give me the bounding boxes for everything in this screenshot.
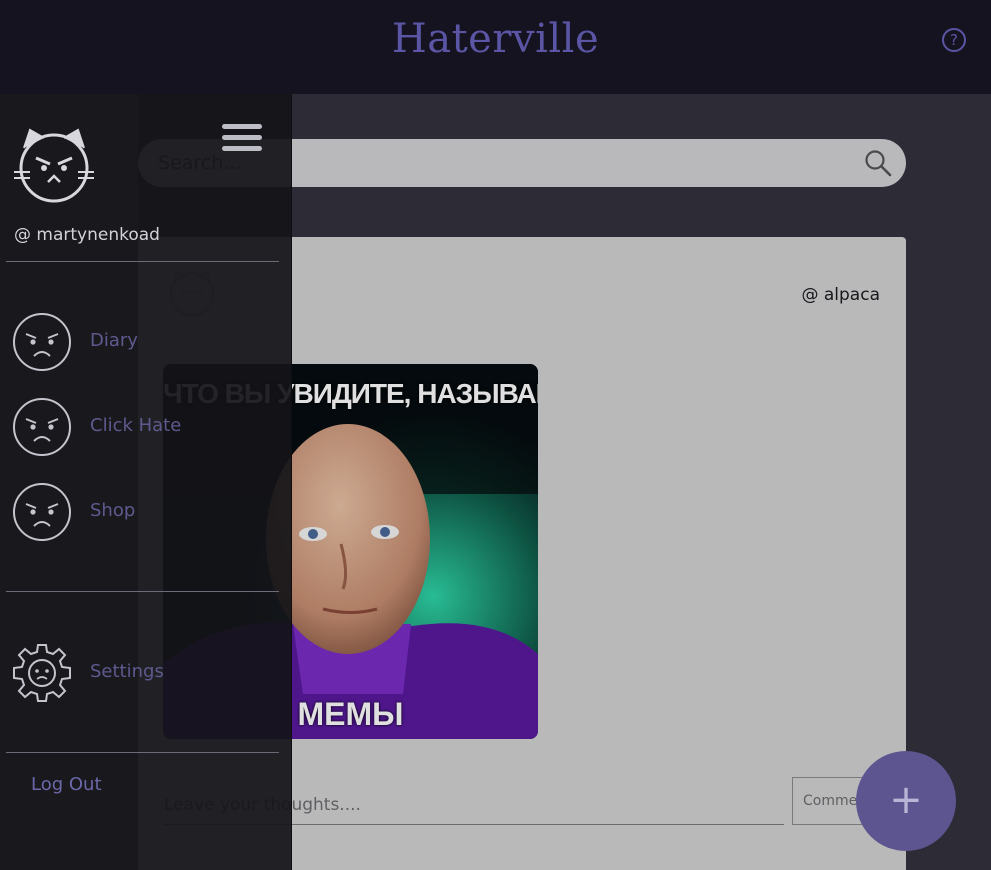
logout-link[interactable]: Log Out — [31, 774, 102, 795]
angry-face-icon — [13, 398, 71, 456]
sidebar-item-label: Click Hate — [90, 415, 182, 436]
menu-icon[interactable] — [222, 124, 262, 152]
divider — [6, 591, 279, 592]
sidebar-item-label: Shop — [90, 500, 136, 521]
sidebar-item-shop[interactable]: Shop — [12, 482, 282, 542]
sidebar-item-label: Diary — [90, 330, 138, 351]
add-post-button[interactable]: + — [856, 751, 956, 851]
profile-username[interactable]: @ martynenkoad — [14, 225, 160, 245]
sidebar-item-click-hate[interactable]: Click Hate — [12, 397, 282, 457]
sidebar-item-settings[interactable]: Settings — [12, 643, 282, 703]
help-icon[interactable]: ? — [942, 28, 966, 52]
divider — [6, 261, 279, 262]
sidebar-item-diary[interactable]: Diary — [12, 312, 282, 372]
sidebar-item-label: Settings — [90, 661, 164, 682]
profile-avatar-icon[interactable] — [14, 126, 94, 206]
divider — [6, 752, 279, 753]
app-title: Haterville — [391, 16, 600, 62]
angry-face-icon — [13, 483, 71, 541]
top-bar: Haterville ? — [0, 0, 991, 94]
sidebar-drawer: @ martynenkoad Diary Click Hate Shop Set… — [0, 94, 292, 870]
gear-icon — [13, 644, 71, 702]
angry-face-icon — [13, 313, 71, 371]
